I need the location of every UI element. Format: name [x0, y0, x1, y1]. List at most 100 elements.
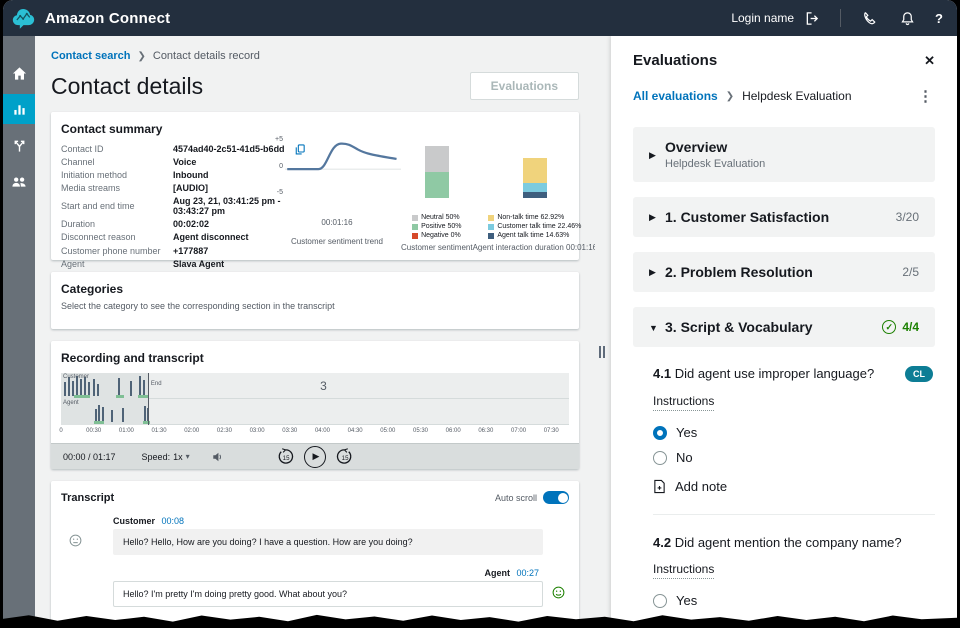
end-marker[interactable]: End [148, 373, 149, 425]
add-note-button[interactable]: Add note [653, 479, 935, 494]
message-timestamp[interactable]: 00:08 [162, 516, 185, 526]
legend-label: Neutral 50% [421, 214, 460, 221]
message-header: Customer 00:08 [61, 516, 569, 526]
message-speaker: Customer [113, 516, 155, 526]
customer-track: Customer [61, 373, 569, 399]
trend-duration: 00:01:16 [321, 218, 352, 227]
radio-option-yes[interactable]: Yes [653, 425, 935, 440]
rewind-15-button[interactable]: 15 [277, 448, 294, 465]
breadcrumb-contact-search[interactable]: Contact search [51, 50, 130, 62]
autoscroll-control: Auto scroll [495, 491, 569, 504]
time-tick: 03:30 [282, 428, 297, 434]
section-score: 3/20 [896, 210, 919, 224]
radio-icon[interactable] [653, 451, 667, 465]
sentiment-mark [143, 421, 150, 424]
field-label: Agent [61, 260, 173, 270]
time-tick: 03:00 [250, 428, 265, 434]
login-name-label: Login name [731, 11, 794, 25]
field-value: 4574ad40-2c51-41d5-b6dd [173, 145, 285, 155]
sidebar-item-users[interactable] [3, 166, 35, 196]
logout-icon[interactable] [802, 8, 822, 28]
field-label: Initiation method [61, 171, 173, 181]
transcript-message: Agent 00:27 [61, 568, 569, 607]
section-title: Overview [665, 139, 919, 155]
svg-text:15: 15 [342, 455, 349, 462]
users-icon [11, 174, 27, 189]
field-label: Media streams [61, 184, 173, 194]
waveform[interactable]: Customer Agent [61, 373, 569, 439]
bar-segment [523, 192, 547, 198]
notifications-icon[interactable] [897, 8, 917, 28]
sentiment-mark [138, 395, 148, 398]
customer-track-label: Customer [63, 374, 89, 380]
transcript-message: Customer 00:08 [61, 516, 569, 555]
legend-item: Neutral 50% [412, 214, 461, 221]
legend-item: Agent talk time 14.63% [488, 232, 581, 239]
evaluation-question: 4.2 Did agent mention the company name? … [653, 514, 935, 628]
instructions-link[interactable]: Instructions [653, 394, 714, 411]
check-circle-icon: ✓ [882, 320, 896, 334]
sentiment-face-icon [69, 534, 82, 552]
routing-icon [12, 138, 27, 153]
message-bubble[interactable]: Hello? Hello, How are you doing? I have … [113, 529, 543, 555]
bar-segment [425, 172, 449, 198]
evaluation-section[interactable]: ▶ 1. Customer Satisfaction ✓ 3/20 [633, 197, 935, 237]
evaluation-question: 4.1 Did agent use improper language? CL … [653, 362, 935, 494]
evaluation-sections: ▶ Overview Helpdesk Evaluation ✓ ▶ 1. Cu… [633, 127, 935, 347]
evaluations-panel: Evaluations ✕ All evaluations ❯ Helpdesk… [611, 36, 957, 628]
field-label: Channel [61, 158, 173, 168]
evaluations-button[interactable]: Evaluations [470, 72, 579, 100]
evaluation-section[interactable]: ▶ 2. Problem Resolution ✓ 2/5 [633, 252, 935, 292]
topbar-separator [840, 9, 841, 27]
radio-option-no[interactable]: No [653, 450, 935, 465]
evaluation-section[interactable]: ▶ Overview Helpdesk Evaluation ✓ [633, 127, 935, 182]
sidebar-item-routing[interactable] [3, 130, 35, 160]
phone-icon[interactable] [859, 8, 879, 28]
legend-label: Agent talk time 14.63% [497, 232, 569, 239]
contact-details-panel: Contact search ❯ Contact details record … [35, 36, 595, 628]
transcript-messages: Customer 00:08 [61, 516, 569, 628]
contact-summary-charts: +5 0 -5 00:01:16 Customer sentiment tren… [273, 134, 573, 252]
play-button[interactable]: ▶ [304, 446, 326, 468]
categories-card: Categories Select the category to see th… [51, 272, 579, 329]
legend-item: Customer talk time 22.46% [488, 223, 581, 230]
legend-label: Negative 0% [421, 232, 461, 239]
evaluation-section[interactable]: ▼ 3. Script & Vocabulary ✓ 4/4 [633, 307, 935, 347]
customer-sentiment-marks [61, 373, 569, 398]
evaluation-questions: 4.1 Did agent use improper language? CL … [633, 362, 935, 628]
time-tick: 07:00 [511, 428, 526, 434]
annotation-number: 3 [320, 379, 327, 393]
radio-option-yes[interactable]: Yes [653, 593, 935, 608]
transcript-card: Transcript Auto scroll Customer 00:08 [51, 481, 579, 628]
help-icon[interactable]: ? [935, 11, 943, 26]
bar-segment [523, 183, 547, 192]
legend-swatch [488, 224, 494, 230]
radio-icon[interactable] [653, 426, 667, 440]
speed-value: 1x [173, 452, 183, 462]
close-icon[interactable]: ✕ [924, 53, 935, 69]
legend-label: Customer talk time 22.46% [497, 223, 581, 230]
radio-icon[interactable] [653, 594, 667, 608]
breadcrumb-current: Contact details record [153, 50, 260, 62]
trend-y-axis: +5 0 -5 [273, 134, 285, 202]
autoscroll-toggle[interactable] [543, 491, 569, 504]
field-value: Inbound [173, 171, 209, 181]
speed-selector[interactable]: Speed: 1x ▾ [142, 452, 190, 462]
all-evaluations-link[interactable]: All evaluations [633, 89, 718, 103]
forward-15-button[interactable]: 15 [336, 448, 353, 465]
kebab-menu-icon[interactable]: ⋮ [918, 87, 933, 105]
message-bubble[interactable]: Hello? I'm pretty I'm doing pretty good.… [113, 581, 543, 607]
categories-title: Categories [61, 282, 569, 296]
login-menu[interactable]: Login name [731, 8, 822, 28]
sidebar-item-home[interactable] [3, 58, 35, 88]
section-title: 1. Customer Satisfaction [665, 209, 896, 225]
volume-icon[interactable] [212, 451, 224, 463]
waveform-timeline[interactable]: 000:3001:0001:3002:0002:3003:0003:3004:0… [61, 425, 569, 438]
time-tick: 07:30 [544, 428, 559, 434]
trend-line [285, 134, 401, 202]
message-timestamp[interactable]: 00:27 [516, 568, 539, 578]
recording-card: Recording and transcript Customer Agent [51, 341, 579, 469]
sidebar-item-metrics[interactable] [3, 94, 35, 124]
panel-resize-handle[interactable] [599, 346, 605, 358]
instructions-link[interactable]: Instructions [653, 562, 714, 579]
